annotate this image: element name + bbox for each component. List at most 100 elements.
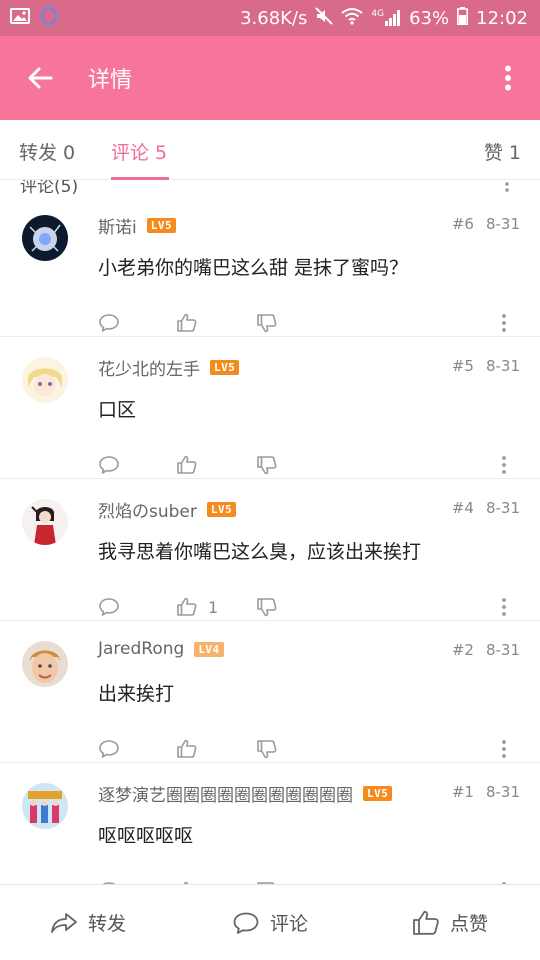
comment-date: 8-31 (485, 499, 520, 517)
repost-label: 转发 (88, 913, 127, 935)
comment-text: 小老弟你的嘴巴这么甜 是抹了蜜吗？ (98, 257, 409, 279)
comment-more-button[interactable] (500, 739, 508, 759)
level-badge: LV5 (146, 218, 177, 233)
level-badge: LV5 (206, 502, 237, 517)
username[interactable]: 逐梦演艺圈圈圈圈圈圈圈圈圈圈圈 LV5 (98, 781, 393, 806)
username[interactable]: 斯诺i LV5 (98, 213, 177, 238)
like-button[interactable] (176, 455, 208, 475)
comment-text: 呕呕呕呕呕 (98, 825, 194, 847)
level-badge: LV4 (194, 641, 224, 657)
comment-meta: #5 8-31 (452, 357, 520, 375)
battery-icon (457, 6, 469, 30)
thumbs-down-icon (257, 314, 277, 333)
comment-more-button[interactable] (500, 313, 508, 333)
comment-item: 花少北的左手 LV5 #5 8-31 口区 (0, 337, 540, 479)
reply-button[interactable] (98, 455, 120, 475)
like-button[interactable] (176, 739, 208, 759)
username-text: 斯诺i (98, 218, 137, 238)
status-bar: 3.68K/s 4G 63% 12:02 (0, 0, 540, 36)
like-button[interactable]: 1 (176, 597, 218, 617)
username[interactable]: 烈焰のsuber LV5 (98, 497, 237, 522)
comment-date: 8-31 (485, 215, 520, 233)
username-text: 逐梦演艺圈圈圈圈圈圈圈圈圈圈圈 (98, 786, 353, 806)
comment-more-button[interactable] (500, 455, 508, 475)
avatar[interactable] (22, 357, 68, 403)
arrow-left-icon (28, 67, 53, 89)
repost-button[interactable]: 转发 (50, 909, 126, 936)
reply-button[interactable] (98, 313, 120, 333)
thumbs-down-icon (257, 598, 277, 617)
tab-like[interactable]: 赞 1 (484, 138, 521, 165)
more-options-button[interactable] (494, 62, 522, 94)
comment-date: 8-31 (485, 783, 520, 801)
username-text: 烈焰のsuber (98, 502, 197, 522)
comment-bubble-icon (99, 314, 119, 332)
more-vertical-icon (502, 456, 506, 474)
back-button[interactable] (24, 62, 56, 94)
reply-button[interactable] (98, 597, 120, 617)
comment-bubble-icon (99, 598, 119, 616)
tab-comment[interactable]: 评论 5 (111, 138, 167, 165)
comment-bubble-icon (99, 740, 119, 758)
tab-repost[interactable]: 转发 0 (19, 138, 75, 165)
avatar[interactable] (22, 215, 68, 261)
like-post-button[interactable]: 点赞 (412, 909, 488, 936)
floor-number: #6 (451, 215, 474, 233)
like-count: 1 (208, 597, 219, 617)
more-vertical-icon (502, 740, 506, 758)
dislike-button[interactable] (256, 313, 278, 333)
more-vertical-icon (502, 314, 506, 332)
comment-item: JaredRong LV4 #2 8-31 出来挨打 (0, 621, 540, 763)
comment-list[interactable]: 评论(5) 斯诺i LV5 #68-31 小老弟你的嘴巴这么甜 是抹了蜜吗？ (0, 180, 540, 884)
thumbs-down-icon (257, 456, 277, 475)
bottom-action-bar: 转发 评论 点赞 (0, 884, 540, 960)
cellular-signal-icon: 4G (371, 10, 401, 26)
comment-text: 口区 (98, 399, 137, 421)
comment-text: 我寻思着你嘴巴这么臭，应该出来挨打 (98, 541, 422, 563)
share-arrow-icon (51, 912, 77, 933)
floor-number: #5 (451, 357, 474, 375)
comment-label: 评论 (270, 913, 309, 935)
comment-date: 8-31 (485, 357, 520, 375)
page-title: 详情 (88, 68, 133, 93)
app-bar: 详情 (0, 36, 540, 120)
username[interactable]: 花少北的左手 LV5 (98, 355, 240, 380)
comment-date: 8-31 (485, 641, 520, 659)
detail-tabs: 转发 0 评论 5 赞 1 (0, 120, 540, 180)
comment-bubble-icon (233, 912, 259, 934)
floor-number: #2 (451, 641, 474, 659)
dislike-button[interactable] (256, 739, 278, 759)
thumbs-down-icon (257, 740, 277, 759)
comment-meta: #2 8-31 (452, 641, 520, 659)
app-notification-icon (40, 6, 58, 31)
thumbs-up-icon (177, 313, 197, 332)
comment-more-button[interactable] (500, 597, 508, 617)
comment-button[interactable]: 评论 (232, 909, 308, 936)
comment-actions (98, 455, 522, 479)
thumbs-up-icon (177, 739, 197, 758)
wifi-icon (341, 7, 364, 30)
dislike-button[interactable] (256, 597, 278, 617)
floor-number: #1 (451, 783, 474, 801)
reply-button[interactable] (98, 739, 120, 759)
dislike-button[interactable] (256, 455, 278, 475)
like-button[interactable] (176, 313, 208, 333)
avatar[interactable] (22, 641, 68, 687)
network-speed: 3.68K/s (240, 7, 308, 29)
username-text: 花少北的左手 (98, 360, 200, 380)
comment-text: 出来挨打 (98, 683, 175, 705)
thumbs-up-icon (177, 455, 197, 474)
battery-percent: 63% (409, 7, 450, 29)
floor-number: #4 (451, 499, 474, 517)
avatar[interactable] (22, 499, 68, 545)
avatar[interactable] (22, 783, 68, 829)
username[interactable]: JaredRong LV4 (98, 639, 224, 659)
comment-bubble-icon (99, 456, 119, 474)
comment-actions (98, 739, 522, 763)
thumbs-up-icon (177, 597, 197, 616)
mute-icon (315, 6, 334, 30)
comment-item: 烈焰のsuber LV5 #4 8-31 我寻思着你嘴巴这么臭，应该出来挨打 1 (0, 479, 540, 621)
comment-actions (98, 313, 522, 337)
more-vertical-icon (505, 65, 511, 91)
gallery-icon (10, 7, 30, 30)
